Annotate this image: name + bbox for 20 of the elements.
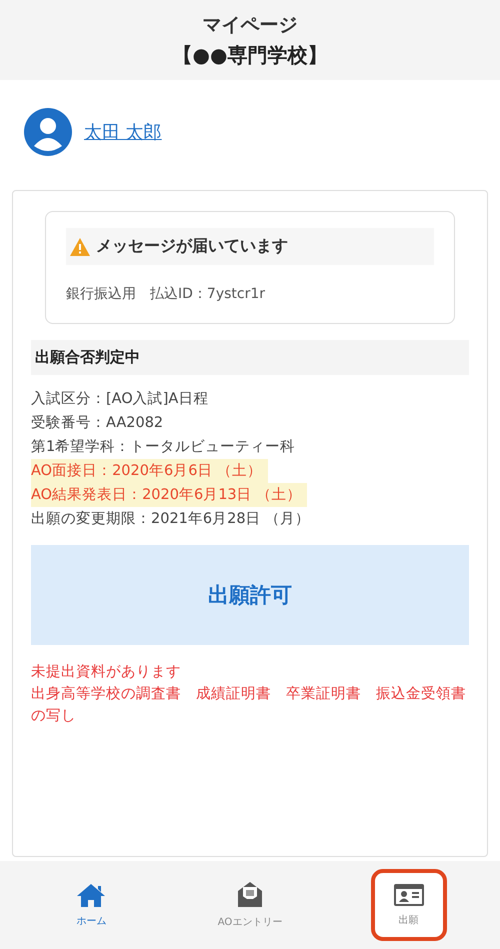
user-name-link[interactable]: 太田 太郎 (84, 120, 162, 144)
detail-line: 第1希望学科：トータルビューティー科 (31, 438, 296, 457)
payment-id: 銀行振込用 払込ID：7ystcr1r (66, 285, 266, 303)
detail-line: 出願の変更期限：2021年6月28日 （月） (31, 510, 310, 529)
notice-text: 出身高等学校の調査書 成績証明書 卒業証明書 振込金受領書の写し (31, 684, 467, 726)
id-card-icon (392, 883, 425, 907)
notice-title: 未提出資料があります (31, 663, 182, 682)
result-banner: 出願許可 (31, 545, 469, 645)
page-title: マイページ (202, 12, 298, 38)
section-heading: 出願合否判定中 (31, 340, 469, 375)
detail-line: 入試区分：[AO入試]A日程 (31, 390, 208, 409)
user-avatar-icon (24, 108, 72, 156)
message-title: メッセージが届いています (96, 236, 288, 257)
nav-tab[interactable]: 出願 (370, 869, 447, 941)
nav-tab[interactable]: ホーム (54, 868, 128, 942)
home-icon (76, 882, 106, 908)
nav-tab[interactable]: AOエントリー (196, 867, 304, 943)
warning-icon (70, 238, 90, 256)
detail-line: 受験番号：AA2082 (31, 414, 164, 433)
school-name: 【●●専門学校】 (172, 42, 328, 68)
